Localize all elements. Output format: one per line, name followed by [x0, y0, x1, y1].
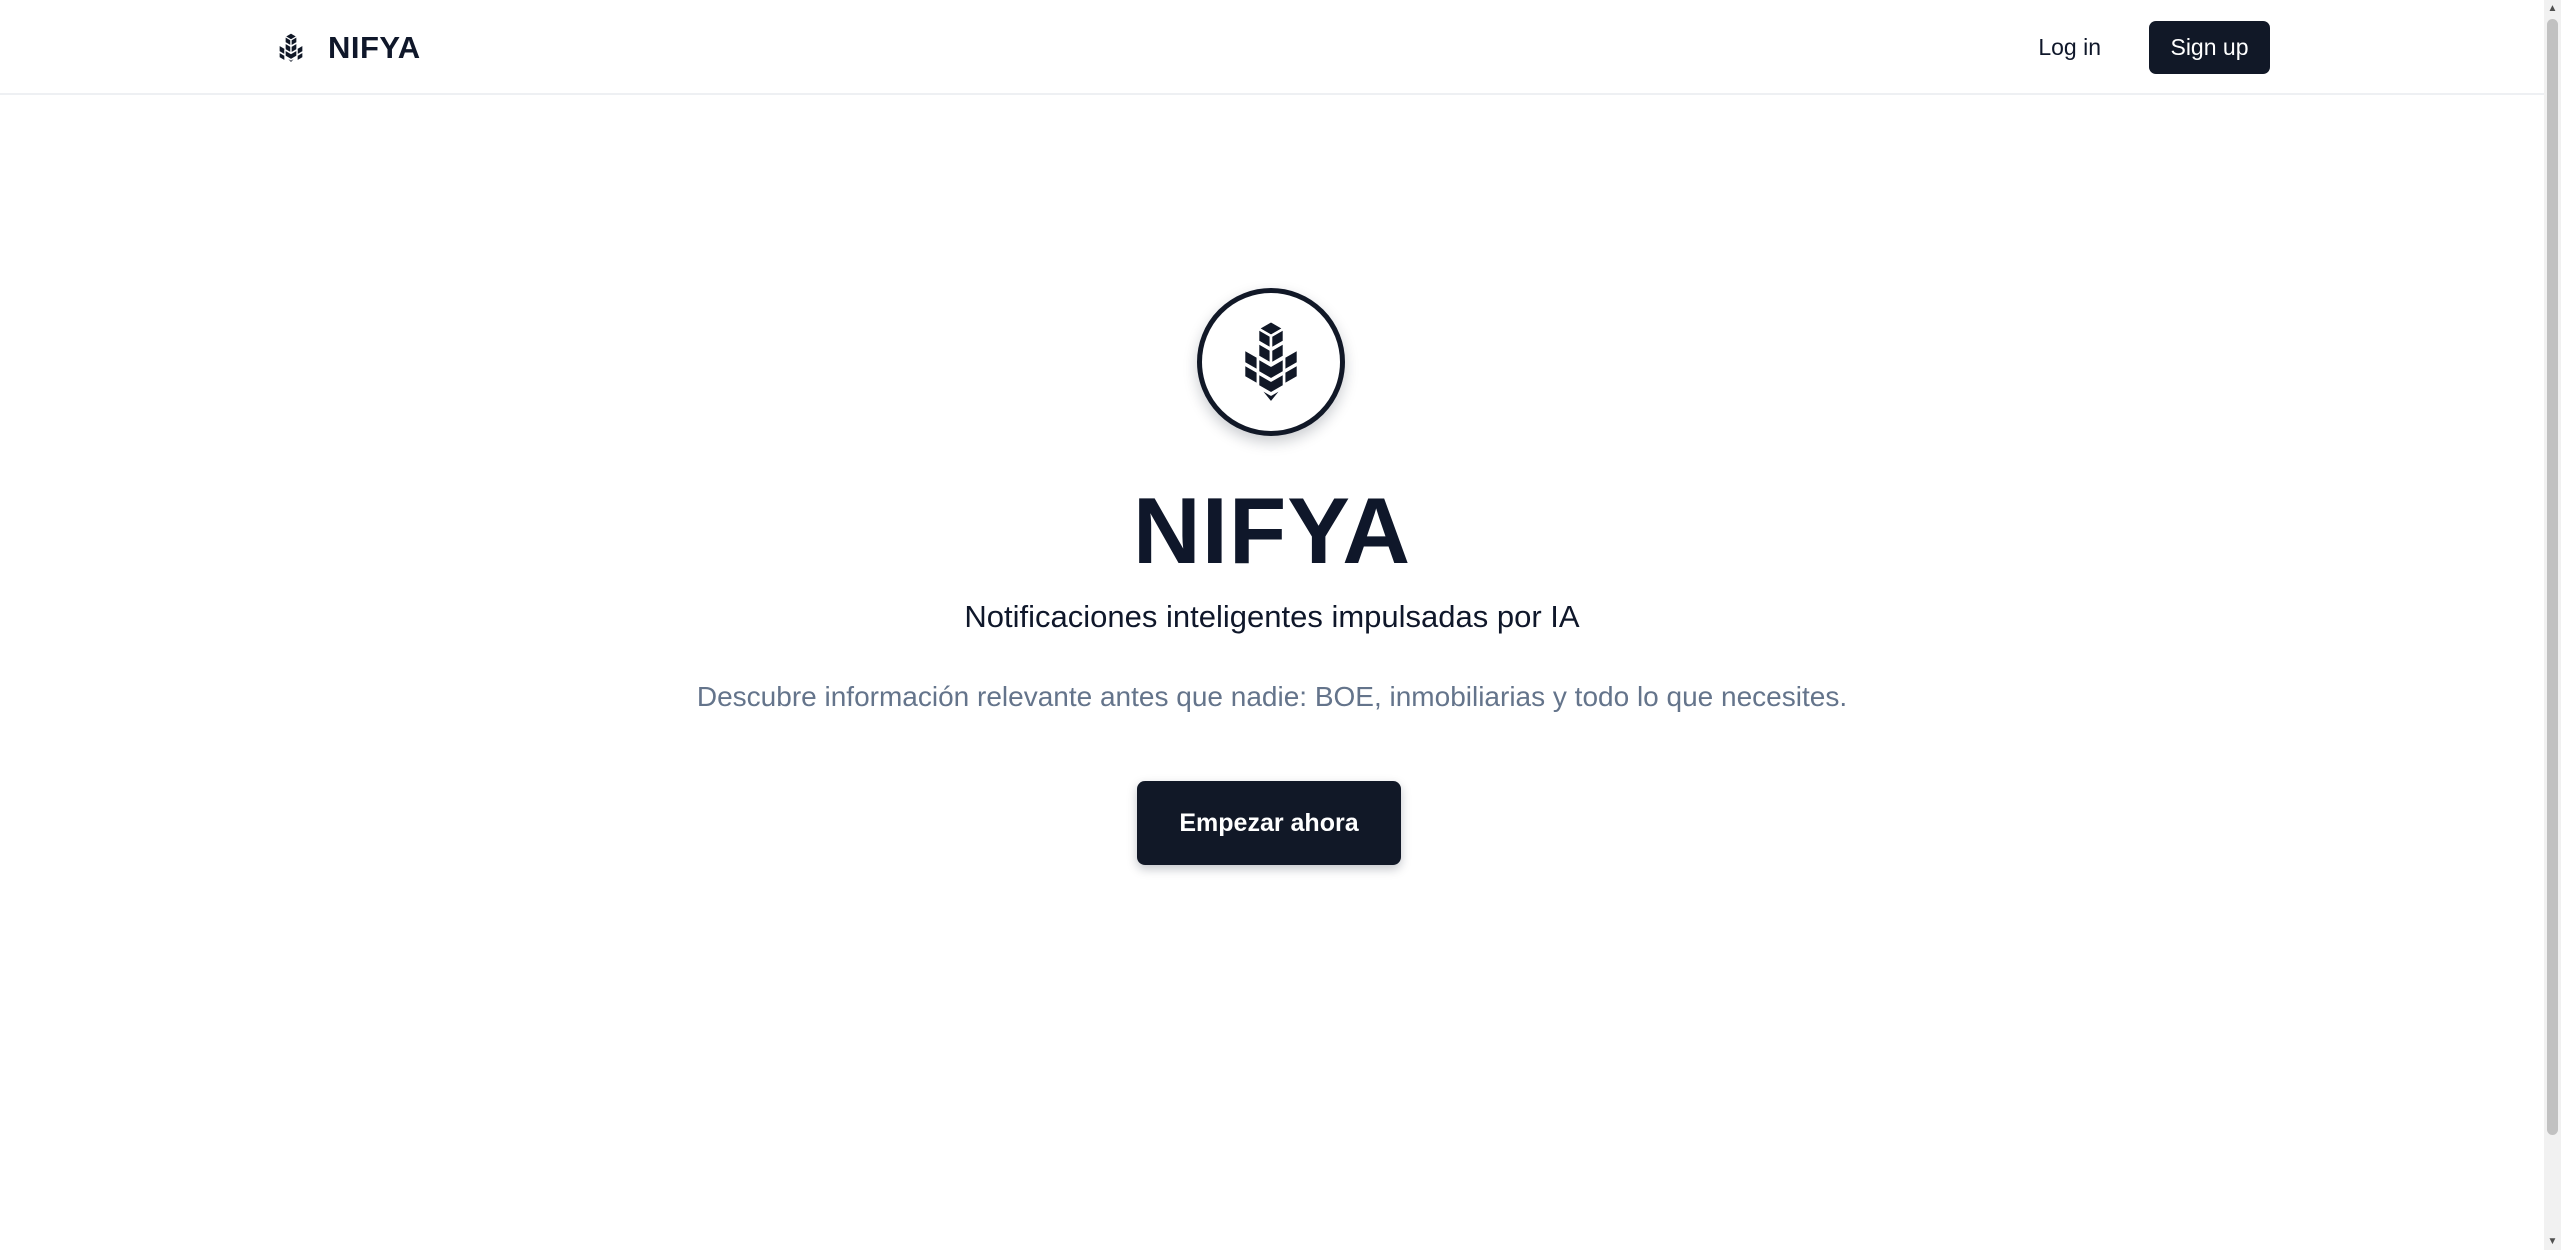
scroll-up-arrow-icon[interactable]: ▲: [2544, 0, 2561, 17]
landing-page: NIFYA Log in Sign up NIFYA Notificacione…: [0, 0, 2561, 1250]
scrollbar-thumb[interactable]: [2547, 19, 2558, 1135]
nifya-cube-logo-icon: [1242, 319, 1300, 405]
get-started-button[interactable]: Empezar ahora: [1137, 781, 1401, 865]
auth-actions: Log in Sign up: [2014, 21, 2270, 74]
nifya-cube-logo-icon: [274, 31, 308, 65]
brand-home-link[interactable]: NIFYA: [274, 28, 421, 68]
hero-logo-badge: [1197, 288, 1345, 436]
hero-title: NIFYA: [1132, 478, 1412, 583]
top-navbar: NIFYA Log in Sign up: [0, 0, 2544, 95]
vertical-scrollbar[interactable]: ▲ ▼: [2544, 0, 2561, 1250]
hero-subtitle: Notificaciones inteligentes impulsadas p…: [964, 599, 1580, 634]
login-button[interactable]: Log in: [2014, 21, 2125, 74]
signup-button[interactable]: Sign up: [2149, 21, 2270, 74]
brand-name: NIFYA: [328, 30, 421, 65]
hero-description: Descubre información relevante antes que…: [696, 681, 1848, 712]
scroll-down-arrow-icon[interactable]: ▼: [2544, 1233, 2561, 1250]
